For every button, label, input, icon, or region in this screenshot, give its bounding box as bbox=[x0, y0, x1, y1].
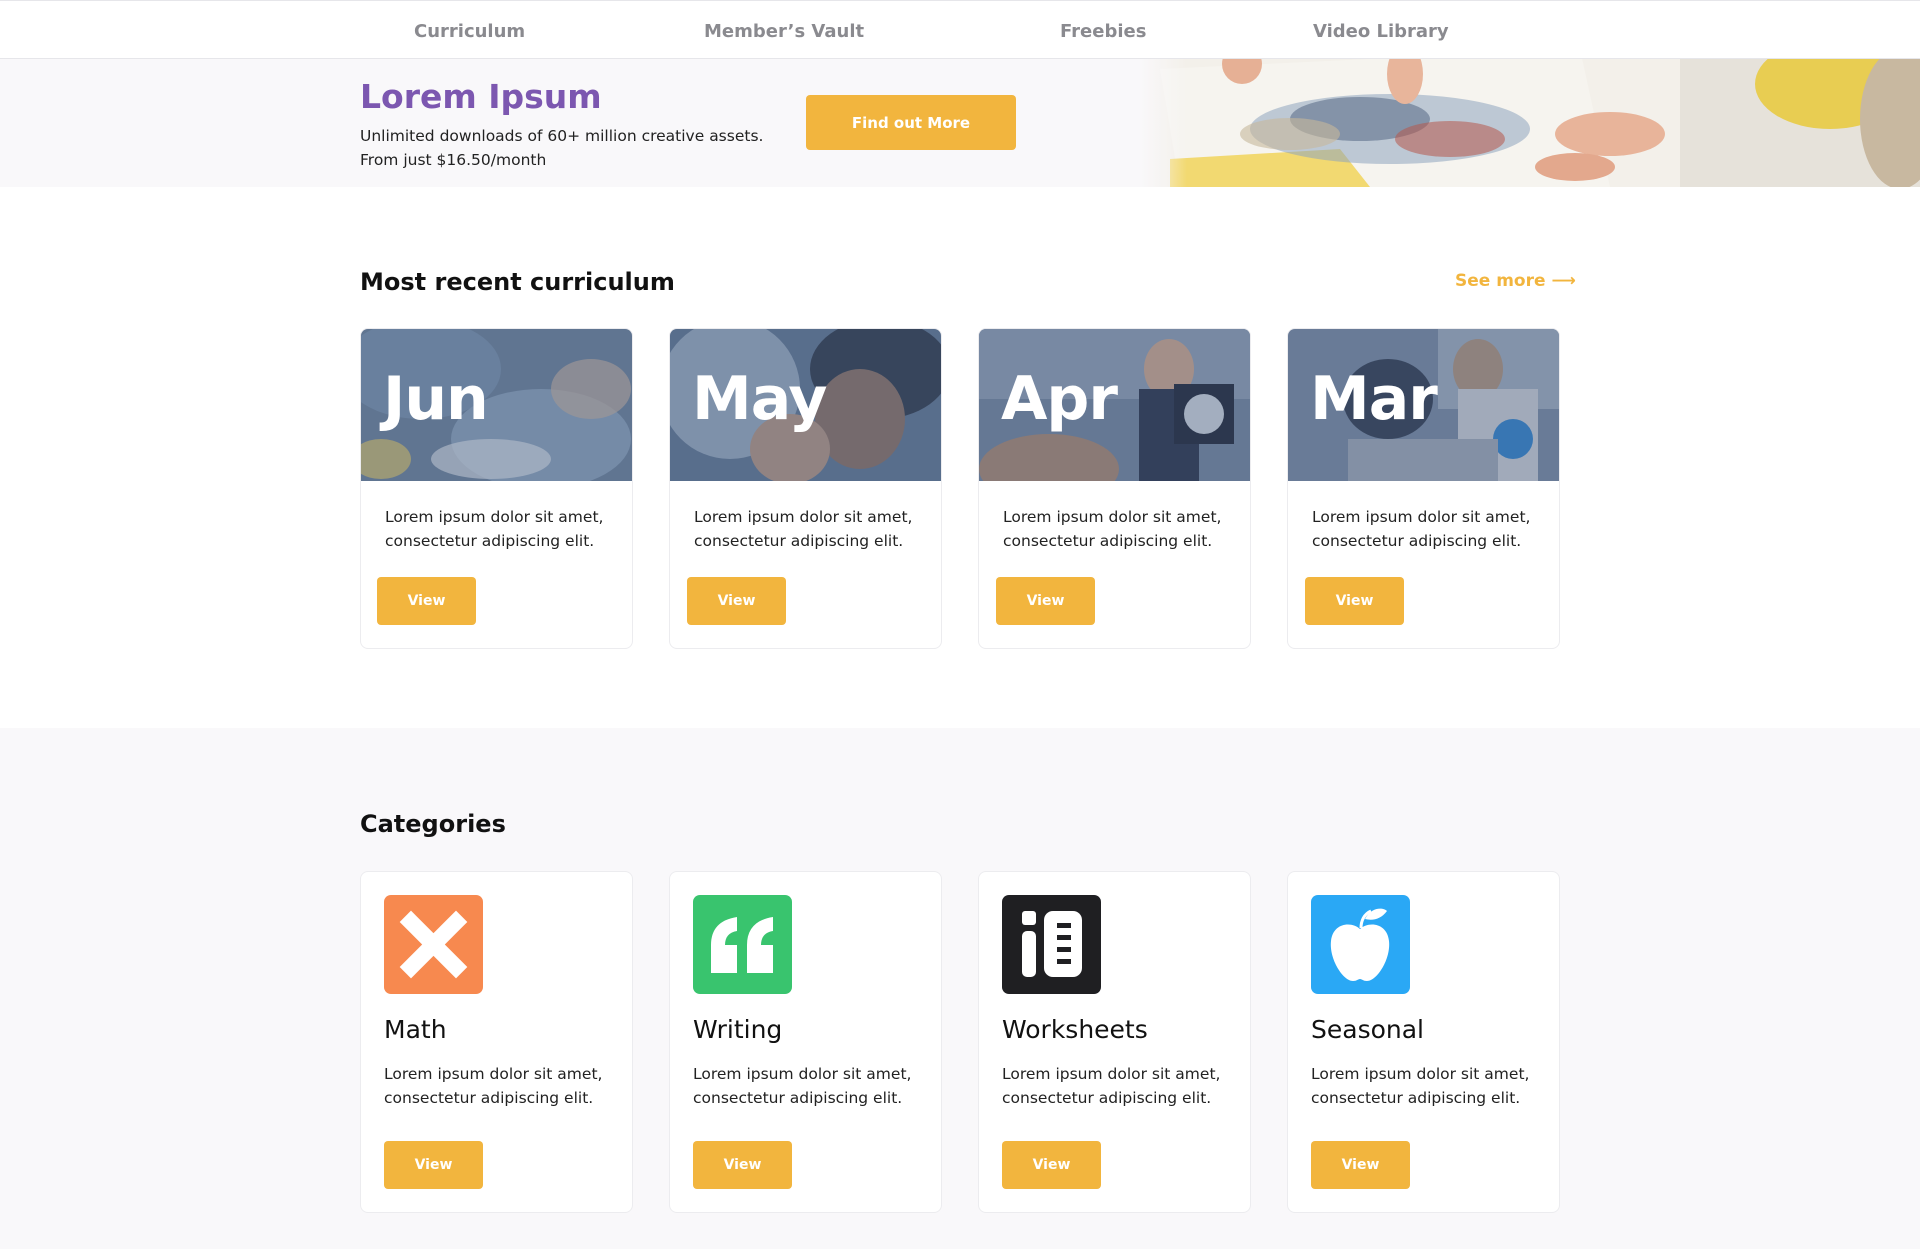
card-description: Lorem ipsum dolor sit amet, consectetur … bbox=[694, 505, 934, 553]
quote-icon bbox=[693, 895, 792, 994]
card-description-line-1: Lorem ipsum dolor sit amet, bbox=[1003, 508, 1222, 526]
card-description: Lorem ipsum dolor sit amet, consectetur … bbox=[385, 505, 625, 553]
curriculum-card-jun: Jun Lorem ipsum dolor sit amet, consecte… bbox=[360, 328, 633, 649]
card-description-line-1: Lorem ipsum dolor sit amet, bbox=[385, 508, 604, 526]
card-description-line-2: consectetur adipiscing elit. bbox=[693, 1089, 903, 1107]
see-more-link[interactable]: See more ⟶ bbox=[1455, 271, 1576, 291]
view-button[interactable]: View bbox=[693, 1141, 792, 1189]
card-description-line-2: consectetur adipiscing elit. bbox=[1311, 1089, 1521, 1107]
curriculum-card-mar: Mar Lorem ipsum dolor sit amet, consecte… bbox=[1287, 328, 1560, 649]
card-description: Lorem ipsum dolor sit amet, consectetur … bbox=[693, 1062, 933, 1110]
card-description: Lorem ipsum dolor sit amet, consectetur … bbox=[1311, 1062, 1551, 1110]
view-button[interactable]: View bbox=[996, 577, 1095, 625]
card-description: Lorem ipsum dolor sit amet, consectetur … bbox=[1003, 505, 1243, 553]
view-button[interactable]: View bbox=[687, 577, 786, 625]
nav-item-members-vault[interactable]: Member’s Vault bbox=[704, 21, 864, 42]
promo-banner: Lorem Ipsum Unlimited downloads of 60+ m… bbox=[0, 59, 1920, 187]
card-description-line-1: Lorem ipsum dolor sit amet, bbox=[1002, 1065, 1221, 1083]
curriculum-photo: Jun bbox=[361, 329, 632, 481]
category-name: Seasonal bbox=[1311, 1015, 1425, 1044]
banner-title: Lorem Ipsum bbox=[360, 77, 602, 116]
category-name: Math bbox=[384, 1015, 447, 1044]
recent-curriculum-heading: Most recent curriculum bbox=[360, 268, 675, 296]
category-card-seasonal: Seasonal Lorem ipsum dolor sit amet, con… bbox=[1287, 871, 1560, 1213]
month-label: Apr bbox=[1001, 364, 1118, 434]
categories-section bbox=[0, 728, 1920, 1249]
category-card-writing: Writing Lorem ipsum dolor sit amet, cons… bbox=[669, 871, 942, 1213]
banner-line-2: From just $16.50/month bbox=[360, 151, 547, 169]
card-description-line-1: Lorem ipsum dolor sit amet, bbox=[1312, 508, 1531, 526]
card-description: Lorem ipsum dolor sit amet, consectetur … bbox=[1312, 505, 1552, 553]
curriculum-card-apr: Apr Lorem ipsum dolor sit amet, consecte… bbox=[978, 328, 1251, 649]
curriculum-photo: Mar bbox=[1288, 329, 1559, 481]
curriculum-photo: May bbox=[670, 329, 941, 481]
view-button[interactable]: View bbox=[377, 577, 476, 625]
banner-photo bbox=[1140, 59, 1920, 187]
card-description-line-1: Lorem ipsum dolor sit amet, bbox=[384, 1065, 603, 1083]
card-description-line-2: consectetur adipiscing elit. bbox=[1312, 532, 1522, 550]
card-description-line-2: consectetur adipiscing elit. bbox=[385, 532, 595, 550]
card-description: Lorem ipsum dolor sit amet, consectetur … bbox=[384, 1062, 624, 1110]
category-name: Worksheets bbox=[1002, 1015, 1148, 1044]
find-out-more-button[interactable]: Find out More bbox=[806, 95, 1016, 150]
view-button[interactable]: View bbox=[1311, 1141, 1410, 1189]
card-description-line-1: Lorem ipsum dolor sit amet, bbox=[694, 508, 913, 526]
view-button[interactable]: View bbox=[1305, 577, 1404, 625]
view-button[interactable]: View bbox=[1002, 1141, 1101, 1189]
nav-item-video-library[interactable]: Video Library bbox=[1313, 21, 1449, 42]
card-description-line-1: Lorem ipsum dolor sit amet, bbox=[693, 1065, 912, 1083]
nav-item-curriculum[interactable]: Curriculum bbox=[414, 21, 525, 42]
month-label: May bbox=[692, 364, 827, 434]
worksheet-icon bbox=[1002, 895, 1101, 994]
card-description-line-2: consectetur adipiscing elit. bbox=[1003, 532, 1213, 550]
apple-icon bbox=[1311, 895, 1410, 994]
card-description-line-1: Lorem ipsum dolor sit amet, bbox=[1311, 1065, 1530, 1083]
card-description-line-2: consectetur adipiscing elit. bbox=[694, 532, 904, 550]
curriculum-card-may: May Lorem ipsum dolor sit amet, consecte… bbox=[669, 328, 942, 649]
card-description: Lorem ipsum dolor sit amet, consectetur … bbox=[1002, 1062, 1242, 1110]
curriculum-photo: Apr bbox=[979, 329, 1250, 481]
multiply-icon bbox=[384, 895, 483, 994]
categories-heading: Categories bbox=[360, 810, 506, 838]
banner-line-1: Unlimited downloads of 60+ million creat… bbox=[360, 127, 764, 145]
category-card-math: Math Lorem ipsum dolor sit amet, consect… bbox=[360, 871, 633, 1213]
month-label: Mar bbox=[1310, 364, 1438, 434]
card-description-line-2: consectetur adipiscing elit. bbox=[384, 1089, 594, 1107]
category-name: Writing bbox=[693, 1015, 783, 1044]
month-label: Jun bbox=[383, 364, 489, 434]
card-description-line-2: consectetur adipiscing elit. bbox=[1002, 1089, 1212, 1107]
category-card-worksheets: Worksheets Lorem ipsum dolor sit amet, c… bbox=[978, 871, 1251, 1213]
view-button[interactable]: View bbox=[384, 1141, 483, 1189]
nav-item-freebies[interactable]: Freebies bbox=[1060, 21, 1146, 42]
top-nav: Curriculum Member’s Vault Freebies Video… bbox=[0, 0, 1920, 59]
banner-subtitle: Unlimited downloads of 60+ million creat… bbox=[360, 124, 763, 172]
